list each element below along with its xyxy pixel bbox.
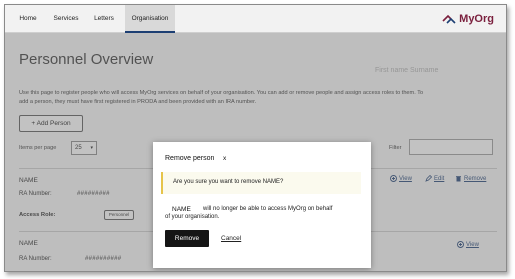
warning-name: NAME	[172, 206, 191, 213]
nav-organisation[interactable]: Organisation	[125, 5, 175, 33]
nav-home[interactable]: Home	[15, 5, 41, 33]
remove-person-dialog: Remove person x Are you sure you want to…	[153, 142, 371, 268]
brand-logo[interactable]: MyOrg	[442, 11, 494, 27]
warning-text-continued: of your organisation.	[165, 214, 220, 220]
warning-text: will no longer be able to access MyOrg o…	[203, 206, 333, 212]
nav-letters[interactable]: Letters	[89, 5, 119, 33]
app-window: Home Services Letters Organisation MyOrg…	[4, 4, 507, 272]
confirm-text: Are you sure you want to remove NAME?	[173, 179, 284, 185]
close-icon[interactable]: x	[223, 155, 226, 162]
myorg-logo-icon	[442, 14, 456, 24]
cancel-link[interactable]: Cancel	[221, 235, 241, 242]
remove-button[interactable]: Remove	[165, 230, 209, 247]
dialog-title: Remove person	[165, 155, 215, 162]
top-nav: Home Services Letters Organisation MyOrg	[5, 5, 506, 33]
brand-name: MyOrg	[459, 13, 494, 25]
confirm-alert: Are you sure you want to remove NAME?	[161, 172, 361, 194]
nav-services[interactable]: Services	[49, 5, 83, 33]
